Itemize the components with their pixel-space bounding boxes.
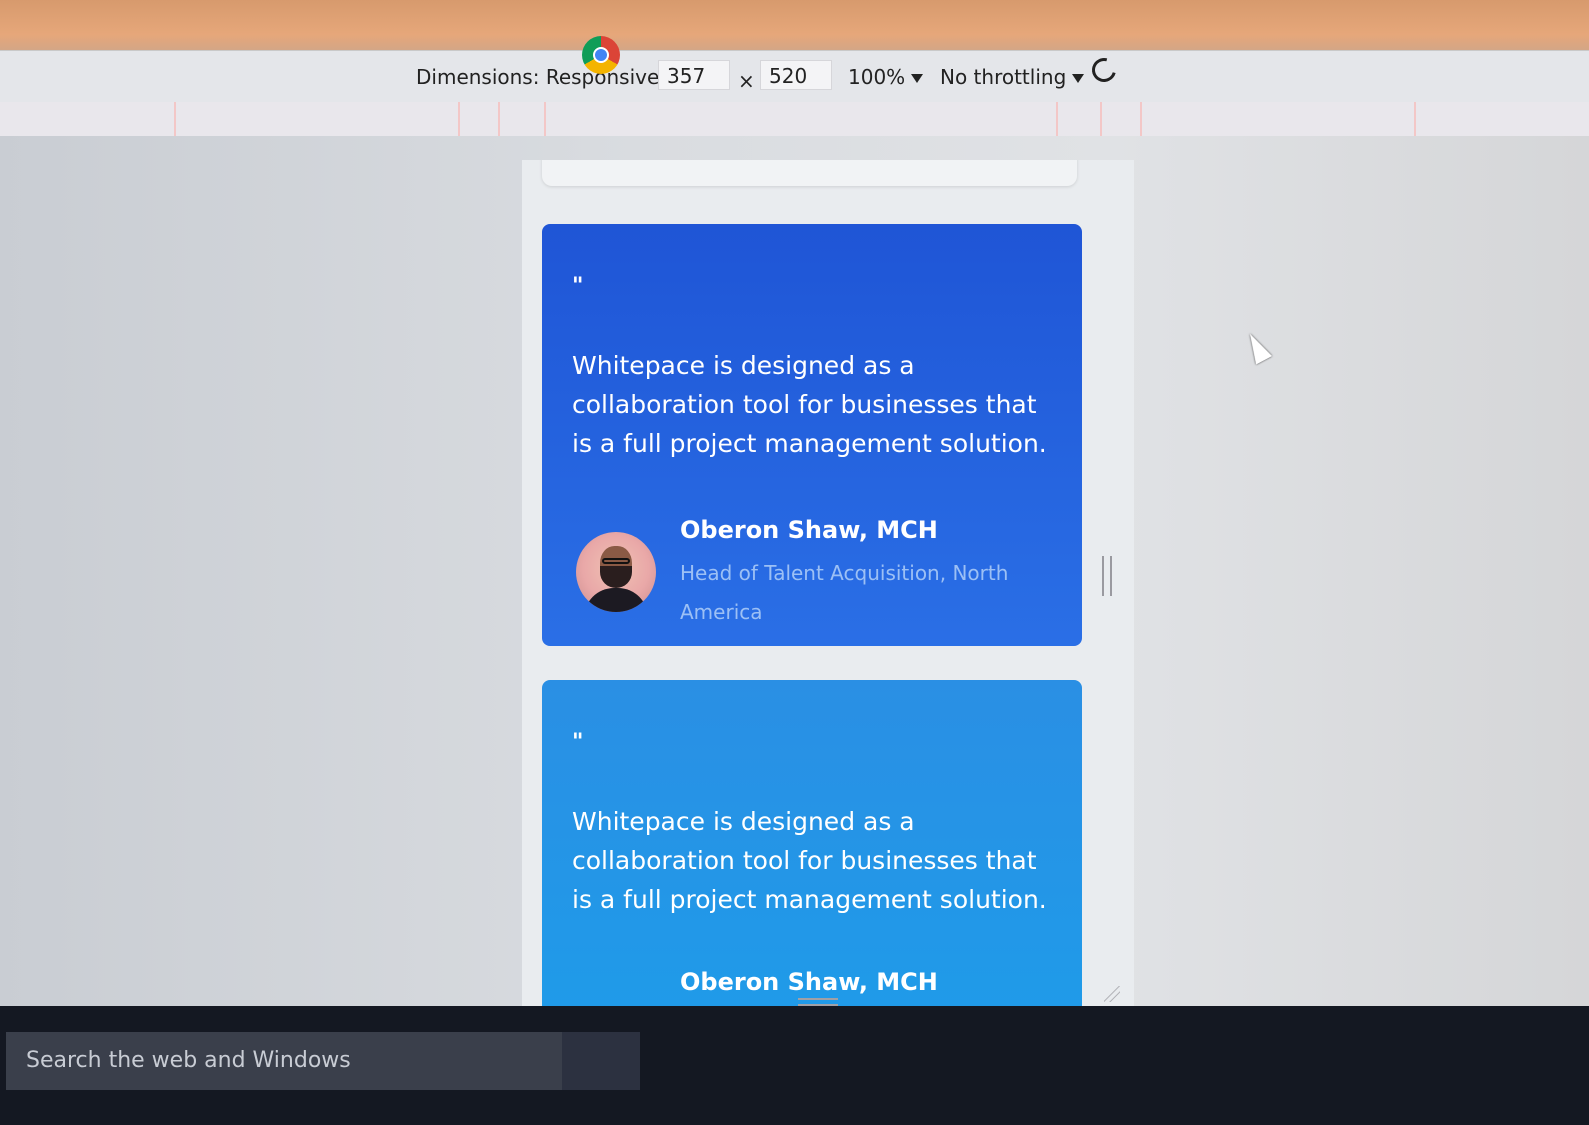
ruler-marker[interactable] — [1414, 102, 1416, 136]
throttling-dropdown[interactable]: No throttling — [940, 65, 1085, 89]
testimonial-card: " Whitepace is designed as a collaborati… — [542, 680, 1082, 1006]
windows-taskbar: Search the web and Windows — [0, 1006, 1589, 1125]
zoom-dropdown[interactable]: 100% — [848, 65, 924, 89]
testimonial-text: Whitepace is designed as a collaboration… — [572, 807, 1047, 914]
ruler-marker[interactable] — [498, 102, 500, 136]
height-input[interactable]: 520 — [760, 60, 832, 90]
width-input[interactable]: 357 — [658, 60, 730, 90]
resize-handle-right[interactable] — [1102, 556, 1112, 596]
ruler-marker[interactable] — [544, 102, 546, 136]
ruler-marker[interactable] — [1100, 102, 1102, 136]
author-name: Oberon Shaw, MCH — [680, 968, 938, 996]
previous-card — [542, 160, 1077, 186]
times-separator: × — [738, 69, 755, 93]
throttling-label: No throttling — [940, 65, 1067, 89]
avatar-body — [584, 588, 648, 612]
avatar — [576, 532, 656, 612]
chevron-down-icon — [1072, 74, 1085, 83]
avatar-beard — [600, 566, 632, 588]
author-name: Oberon Shaw, MCH — [680, 516, 938, 544]
zoom-label: 100% — [848, 65, 906, 89]
resize-handle-corner[interactable] — [1104, 986, 1120, 1002]
devtools-device-toolbar: Dimensions: Responsive 357 × 520 100% No… — [0, 50, 1589, 103]
chevron-down-icon — [911, 74, 924, 83]
ruler-marker[interactable] — [458, 102, 460, 136]
dimensions-dropdown[interactable]: Dimensions: Responsive — [416, 65, 678, 89]
testimonial-text: Whitepace is designed as a collaboration… — [572, 351, 1047, 458]
media-query-ruler — [0, 102, 1589, 137]
quote-icon: " — [572, 274, 584, 299]
author-role: Head of Talent Acquisition, North Americ… — [680, 561, 1009, 624]
quote-icon: " — [572, 730, 584, 755]
ruler-marker[interactable] — [1140, 102, 1142, 136]
ruler-marker[interactable] — [174, 102, 176, 136]
resize-handle-bottom[interactable] — [798, 998, 838, 1006]
testimonial-card: " Whitepace is designed as a collaborati… — [542, 224, 1082, 646]
taskbar-app-button[interactable] — [562, 1032, 640, 1090]
dimensions-label: Dimensions: Responsive — [416, 65, 660, 89]
avatar-glasses — [602, 558, 630, 564]
taskbar-search-box[interactable]: Search the web and Windows — [6, 1032, 562, 1090]
chrome-icon[interactable] — [582, 36, 620, 74]
device-preview: " Whitepace is designed as a collaborati… — [522, 160, 1134, 1006]
ruler-marker[interactable] — [1056, 102, 1058, 136]
